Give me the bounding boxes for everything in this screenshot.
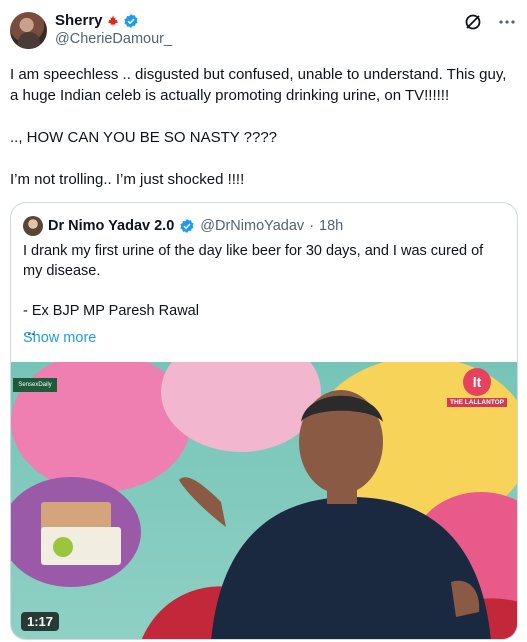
tweet-top-actions xyxy=(463,12,517,32)
tweet-body-text: I am speechless .. disgusted but confuse… xyxy=(10,66,507,188)
channel-name: THE LALLANTOP xyxy=(447,398,507,407)
verified-badge-icon xyxy=(123,13,139,29)
quoted-author-avatar xyxy=(23,216,43,236)
verified-badge-icon xyxy=(179,218,195,234)
quoted-tweet-header: Dr Nimo Yadav 2.0 @DrNimoYadav · 18h xyxy=(23,216,343,236)
quoted-tweet[interactable]: Dr Nimo Yadav 2.0 @DrNimoYadav · 18h I d… xyxy=(10,202,518,640)
author-handle[interactable]: @CherieDamour_ xyxy=(55,31,172,47)
quoted-separator: · xyxy=(309,218,315,234)
quoted-author-handle: @DrNimoYadav xyxy=(200,218,305,234)
quoted-timestamp: 18h xyxy=(319,218,344,234)
grok-icon[interactable] xyxy=(463,12,483,32)
video-duration: 1:17 xyxy=(21,612,60,631)
sponsor-watermark: SensexDaily xyxy=(13,378,57,392)
channel-logo: lt THE LALLANTOP xyxy=(447,368,507,407)
quoted-author-name: Dr Nimo Yadav 2.0 xyxy=(48,218,175,234)
video-player[interactable]: SensexDaily lt THE LALLANTOP 1:17 xyxy=(11,362,517,639)
tweet-card: Sherry @CherieDamour_ I am speechless ..… xyxy=(0,0,527,642)
author-display-name[interactable]: Sherry xyxy=(55,12,103,29)
canada-flag-icon xyxy=(107,15,119,27)
channel-logo-mark: lt xyxy=(463,368,491,396)
author-avatar[interactable] xyxy=(10,12,47,49)
more-options-icon[interactable] xyxy=(497,12,517,32)
show-more-link[interactable]: Show more xyxy=(23,330,96,346)
author-name-row: Sherry xyxy=(55,12,139,29)
video-frame xyxy=(11,362,517,639)
quoted-tweet-text: I drank my first urine of the day like b… xyxy=(23,243,484,339)
